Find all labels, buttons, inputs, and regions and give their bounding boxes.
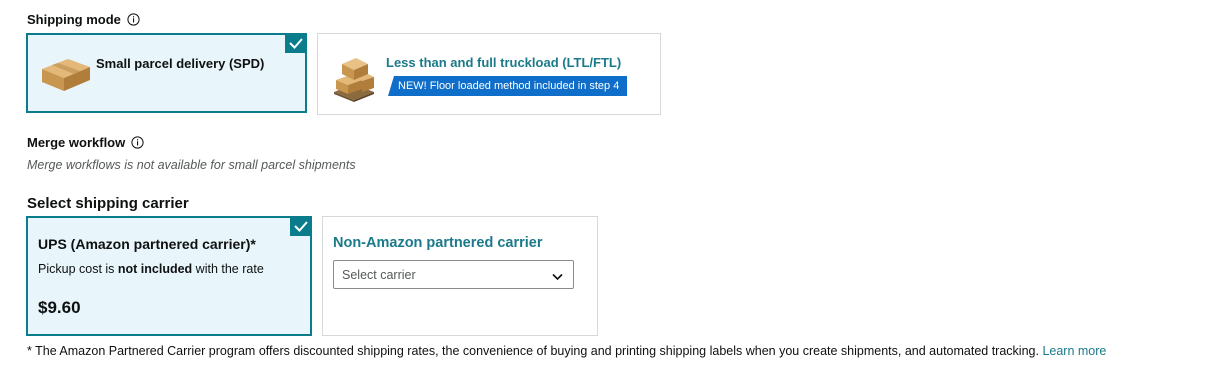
info-icon[interactable]	[127, 13, 140, 26]
ltl-option-card[interactable]: Less than and full truckload (LTL/FTL) N…	[317, 33, 661, 115]
chevron-down-icon	[552, 270, 563, 284]
ups-pickup-note: Pickup cost is not included with the rat…	[38, 262, 264, 276]
carrier-heading: Select shipping carrier	[27, 195, 189, 212]
new-feature-badge: NEW! Floor loaded method included in ste…	[388, 76, 628, 96]
learn-more-link[interactable]: Learn more	[1042, 344, 1106, 358]
footnote-text: * The Amazon Partnered Carrier program o…	[27, 344, 1039, 358]
checkmark-icon	[290, 216, 312, 236]
merge-workflow-note: Merge workflows is not available for sma…	[27, 158, 356, 172]
checkmark-icon	[285, 33, 307, 53]
non-amazon-carrier-card[interactable]: Non-Amazon partnered carrier Select carr…	[322, 216, 598, 336]
parcel-box-icon	[38, 47, 94, 98]
ups-carrier-title: UPS (Amazon partnered carrier)*	[38, 236, 256, 252]
select-carrier-dropdown[interactable]: Select carrier	[333, 260, 574, 289]
non-amazon-carrier-title: Non-Amazon partnered carrier	[333, 235, 543, 251]
info-icon[interactable]	[131, 136, 144, 149]
shipping-mode-label-text: Shipping mode	[27, 12, 121, 27]
ltl-option-label: Less than and full truckload (LTL/FTL)	[386, 55, 622, 70]
select-carrier-placeholder: Select carrier	[342, 267, 416, 282]
pallet-boxes-icon	[328, 44, 380, 107]
merge-workflow-label-text: Merge workflow	[27, 135, 126, 150]
spd-option-label: Small parcel delivery (SPD)	[96, 56, 265, 71]
ups-carrier-card[interactable]: UPS (Amazon partnered carrier)* Pickup c…	[26, 216, 312, 336]
ups-price: $9.60	[38, 298, 81, 317]
partnered-carrier-footnote: * The Amazon Partnered Carrier program o…	[27, 344, 1106, 358]
shipping-mode-label: Shipping mode	[27, 12, 140, 27]
spd-option-card[interactable]: Small parcel delivery (SPD)	[26, 33, 307, 113]
merge-workflow-label: Merge workflow	[27, 135, 144, 150]
